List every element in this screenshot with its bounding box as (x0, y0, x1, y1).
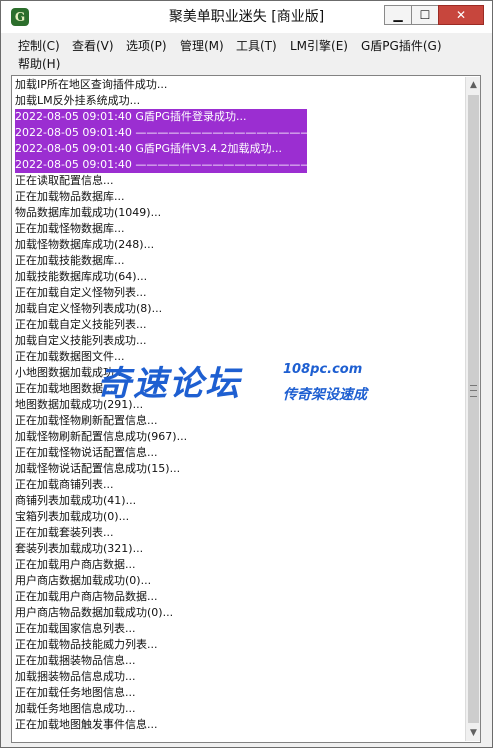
log-line[interactable]: 加载自定义怪物列表成功(8)... (15, 301, 162, 317)
log-line[interactable]: 正在加载商铺列表... (15, 477, 114, 493)
scrollbar-grip-icon (470, 385, 477, 397)
log-line[interactable]: 加载IP所在地区查询插件成功... (15, 77, 167, 93)
minimize-button[interactable]: ▁ (384, 5, 412, 25)
log-line[interactable]: 正在加载国家信息列表... (15, 621, 136, 637)
log-line[interactable]: 正在加载套装列表... (15, 525, 114, 541)
scroll-up-arrow-icon[interactable]: ▲ (466, 77, 480, 93)
log-panel: 加载IP所在地区查询插件成功... 加载LM反外挂系统成功... 2022-08-0… (11, 75, 481, 743)
vertical-scrollbar[interactable]: ▲ ▼ (465, 77, 480, 741)
scroll-down-arrow-icon[interactable]: ▼ (466, 725, 480, 741)
log-line[interactable]: 正在加载用户商店数据... (15, 557, 136, 573)
log-line[interactable]: 2022-08-05 09:01:40 ————————————————————… (15, 157, 377, 173)
log-line[interactable]: 正在加载物品数据库... (15, 189, 125, 205)
log-line[interactable]: 加载怪物说话配置信息成功(15)... (15, 461, 180, 477)
log-line[interactable]: 商铺列表加载成功(41)... (15, 493, 136, 509)
app-window: G 聚美单职业迷失 [商业版] ▁ ☐ ✕ 控制(C) 查看(V) 选项(P) … (0, 0, 493, 748)
log-line[interactable]: 正在加载怪物说话配置信息... (15, 445, 158, 461)
log-line[interactable]: 用户商店数据加载成功(0)... (15, 573, 151, 589)
log-line[interactable]: 加载捆装物品信息成功... (15, 669, 136, 685)
close-button[interactable]: ✕ (438, 5, 484, 25)
log-line[interactable]: 正在加载怪物刷新配置信息... (15, 413, 158, 429)
menu-view[interactable]: 查看(V) (72, 37, 114, 55)
log-line[interactable]: 小地图数据加载成功... (15, 365, 125, 381)
log-line[interactable]: 正在加载地图数据... (15, 381, 114, 397)
log-line[interactable]: 正在加载任务地图信息... (15, 685, 136, 701)
log-line[interactable]: 物品数据库加载成功(1049)... (15, 205, 161, 221)
log-line[interactable]: 2022-08-05 09:01:40 G盾PG插件登录成功... (15, 109, 307, 125)
log-line[interactable]: 正在加载捆装物品信息... (15, 653, 136, 669)
log-line[interactable]: 加载怪物数据库成功(248)... (15, 237, 154, 253)
log-list[interactable]: 加载IP所在地区查询插件成功... 加载LM反外挂系统成功... 2022-08-0… (13, 77, 465, 741)
title-bar[interactable]: G 聚美单职业迷失 [商业版] ▁ ☐ ✕ (1, 1, 492, 33)
log-line[interactable]: 正在加载自定义技能列表... (15, 317, 147, 333)
maximize-button[interactable]: ☐ (411, 5, 439, 25)
log-line[interactable]: 2022-08-05 09:01:40 ————————————————————… (15, 125, 377, 141)
menu-lm-engine[interactable]: LM引擎(E) (290, 37, 348, 55)
log-line[interactable]: 加载技能数据库成功(64)... (15, 269, 147, 285)
log-line[interactable]: 地图数据加载成功(291)... (15, 397, 143, 413)
log-line[interactable]: 套装列表加载成功(321)... (15, 541, 143, 557)
menu-help[interactable]: 帮助(H) (18, 55, 60, 73)
log-line[interactable]: 正在加载自定义怪物列表... (15, 285, 147, 301)
menu-gdun-plugin[interactable]: G盾PG插件(G) (361, 37, 442, 55)
menu-manage[interactable]: 管理(M) (180, 37, 224, 55)
log-line[interactable]: 正在加载地图触发事件信息... (15, 717, 158, 733)
menu-options[interactable]: 选项(P) (126, 37, 167, 55)
menu-bar: 控制(C) 查看(V) 选项(P) 管理(M) 工具(T) LM引擎(E) G盾… (3, 35, 490, 73)
log-line[interactable]: 正在加载物品技能威力列表... (15, 637, 158, 653)
menu-tools[interactable]: 工具(T) (236, 37, 277, 55)
log-line[interactable]: 用户商店物品数据加载成功(0)... (15, 605, 173, 621)
log-line[interactable]: 正在加载技能数据库... (15, 253, 125, 269)
log-line[interactable]: 2022-08-05 09:01:40 G盾PG插件V3.4.2加载成功... (15, 141, 307, 157)
log-line[interactable]: 正在加载怪物数据库... (15, 221, 125, 237)
log-line[interactable]: 加载自定义技能列表成功... (15, 333, 147, 349)
scrollbar-thumb[interactable] (468, 95, 479, 723)
log-line[interactable]: 正在加载用户商店物品数据... (15, 589, 158, 605)
log-line[interactable]: 正在读取配置信息... (15, 173, 114, 189)
log-line[interactable]: 加载怪物刷新配置信息成功(967)... (15, 429, 187, 445)
log-line[interactable]: 加载任务地图信息成功... (15, 701, 136, 717)
menu-control[interactable]: 控制(C) (18, 37, 60, 55)
log-line[interactable]: 宝箱列表加载成功(0)... (15, 509, 129, 525)
log-line[interactable]: 加载LM反外挂系统成功... (15, 93, 140, 109)
log-line[interactable]: 正在加载数据图文件... (15, 349, 125, 365)
